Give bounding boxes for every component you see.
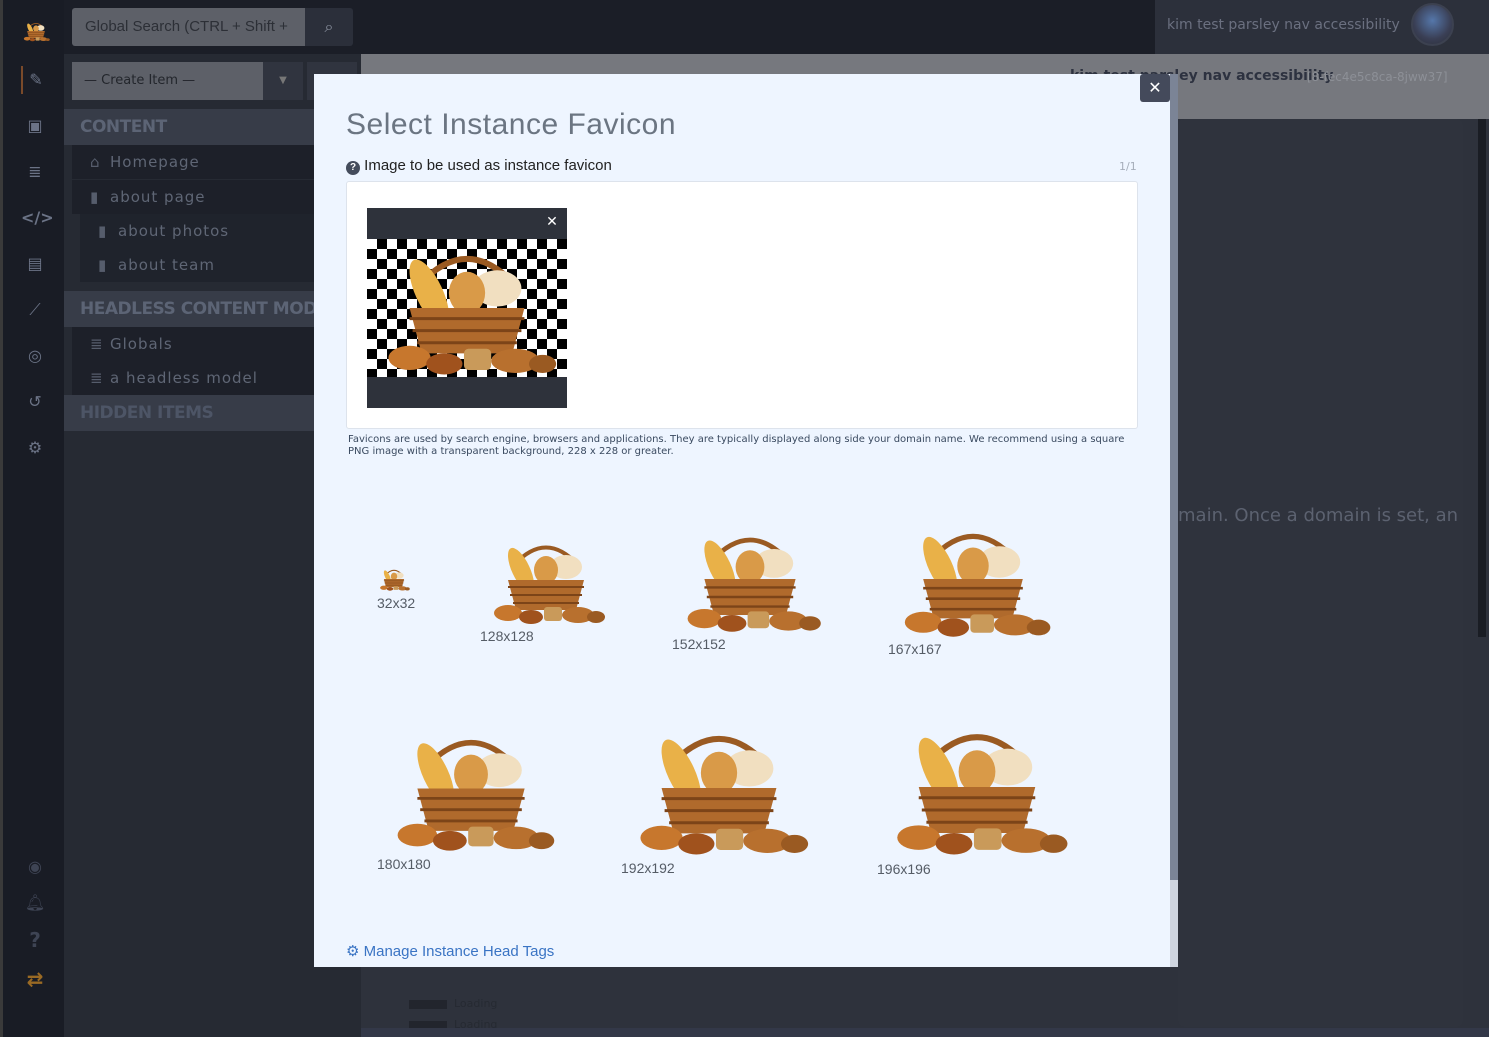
size-label: 192x192 [621, 860, 675, 876]
preview-eye-icon[interactable]: ◉ [21, 853, 49, 881]
file-icon: ▮ [98, 222, 108, 240]
database-icon: ≣ [90, 335, 104, 353]
database-icon: ≣ [90, 369, 104, 387]
page-scrollbar[interactable] [1478, 119, 1486, 637]
modal-title: Select Instance Favicon [346, 108, 677, 141]
loading-row: Loading [409, 997, 497, 1010]
content-edit-icon[interactable]: ✎ [21, 66, 49, 94]
remove-image-button[interactable]: ✕ [537, 208, 567, 236]
caret-down-icon: ▼ [279, 75, 287, 86]
size-label: 180x180 [377, 856, 431, 872]
favicon-preview-192 [626, 720, 812, 856]
home-icon: ⌂ [90, 153, 101, 171]
icon-rail: ✎ ▣ ≣ </> ▤ ⟋ ◎ ↺ ⚙ ◉ 🔔︎ ? ⇄ [0, 0, 64, 1037]
manage-link-text[interactable]: Manage Instance Head Tags [364, 943, 555, 960]
help-question-icon[interactable]: ? [346, 161, 360, 175]
gear-icon: ⚙ [346, 943, 360, 960]
close-icon: ✕ [546, 214, 558, 230]
horizontal-scrollbar[interactable] [361, 1028, 1489, 1037]
search-button[interactable]: ⌕ [305, 8, 353, 46]
modal-scrollbar-thumb[interactable] [1170, 880, 1178, 967]
size-label: 152x152 [672, 636, 726, 652]
search-icon: ⌕ [324, 17, 334, 36]
seo-target-icon[interactable]: ◎ [21, 342, 49, 370]
item-label: about team [118, 256, 215, 274]
analytics-chart-icon[interactable]: ⟋ [21, 296, 49, 324]
settings-gear-icon[interactable]: ⚙ [21, 434, 49, 462]
file-icon: ▮ [90, 188, 100, 206]
schema-database-icon[interactable]: ≣ [21, 158, 49, 186]
item-label: about photos [118, 222, 230, 240]
notifications-bell-icon[interactable]: 🔔︎ [21, 889, 49, 917]
item-label: Globals [110, 335, 173, 353]
size-label: 32x32 [377, 595, 416, 611]
zesty-logo-icon[interactable]: ⇄ [21, 965, 49, 993]
favicon-preview-32 [378, 567, 410, 591]
close-icon: ✕ [1148, 78, 1162, 97]
instance-logo[interactable] [21, 17, 51, 45]
create-item-dropdown-button[interactable]: ▼ [263, 62, 303, 100]
item-label: a headless model [110, 369, 258, 387]
favicon-help-text: Favicons are used by search engine, brow… [348, 434, 1125, 457]
item-label: about page [110, 188, 206, 206]
image-count: 1/1 [1119, 160, 1137, 173]
domain-info-text: main. Once a domain is set, an [1178, 505, 1459, 526]
size-label: 128x128 [480, 628, 534, 644]
media-icon[interactable]: ▣ [21, 112, 49, 140]
avatar[interactable] [1411, 3, 1454, 46]
favicon-preview-152 [676, 525, 824, 633]
close-modal-button[interactable]: ✕ [1140, 74, 1170, 102]
code-icon[interactable]: </> [21, 204, 54, 232]
file-icon: ▮ [98, 256, 108, 274]
favicon-preview-167 [892, 520, 1054, 638]
leads-card-icon[interactable]: ▤ [21, 250, 49, 278]
manage-head-tags-link[interactable]: ⚙ Manage Instance Head Tags [346, 942, 554, 960]
size-label: 196x196 [877, 861, 931, 877]
history-icon[interactable]: ↺ [21, 388, 49, 416]
instance-id: [8-fec4e5c8ca-8jww37] [1307, 70, 1448, 84]
field-label: ? Image to be used as instance favicon [346, 157, 612, 175]
favicon-preview-180 [384, 725, 558, 852]
item-label: Homepage [110, 153, 200, 171]
create-item-select[interactable]: — Create Item — [72, 62, 263, 100]
favicon-preview-128 [484, 535, 608, 625]
field-label-text: Image to be used as instance favicon [364, 157, 612, 174]
favicon-preview-196 [882, 718, 1072, 856]
modal-scrollbar[interactable] [1170, 74, 1178, 967]
size-label: 167x167 [888, 641, 942, 657]
help-question-icon[interactable]: ? [21, 926, 49, 954]
dashboard-panel [1178, 119, 1463, 1027]
global-search-input[interactable]: Global Search (CTRL + Shift + [72, 8, 305, 46]
bread-basket-image [370, 240, 564, 376]
